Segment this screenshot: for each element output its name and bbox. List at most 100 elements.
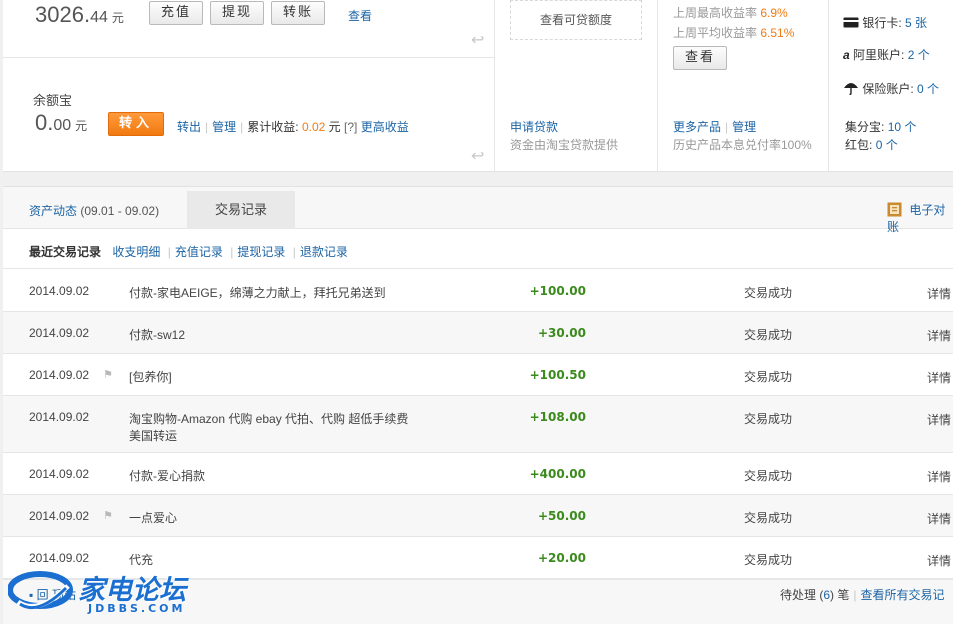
row-detail-link[interactable]: 详情 (927, 510, 951, 527)
row-detail-link[interactable]: 详情 (927, 327, 951, 344)
insurance-accounts[interactable]: 保险账户: 0 个 (843, 80, 939, 97)
filter-income-detail[interactable]: 收支明细 (112, 245, 160, 259)
transfer-button[interactable]: 转账 (271, 1, 325, 25)
row-amount: +108.00 (529, 410, 586, 424)
return-icon[interactable]: ↩ (471, 146, 484, 166)
products-manage-link[interactable]: 管理 (732, 120, 756, 134)
insurance-accounts-count[interactable]: 0 个 (917, 82, 939, 96)
tab-transactions[interactable]: 交易记录 (187, 191, 295, 229)
row-date: 2014.09.02 (29, 326, 90, 340)
row-description: 淘宝购物-Amazon 代购 ebay 代拍、代购 超低手续费 (129, 412, 409, 426)
view-all-transactions-link[interactable]: 查看所有交易记 (861, 588, 945, 602)
row-date: 2014.09.02 (29, 509, 90, 523)
balance-unit: 元 (111, 11, 124, 25)
row-description: 一点爱心 (129, 511, 178, 525)
yuebao-dec: 00 (53, 117, 72, 134)
recharge-button[interactable]: 充值 (149, 1, 203, 25)
cumulative-earnings-unit: 元 (328, 120, 341, 134)
tab-asset-activity-label[interactable]: 资产动态 (29, 204, 77, 218)
row-detail-link[interactable]: 详情 (927, 468, 951, 485)
row-description: 付款-sw12 (129, 328, 186, 342)
bank-cards[interactable]: 银行卡: 5 张 (843, 14, 927, 31)
products-actions: 更多产品 | 管理 (673, 118, 756, 135)
separator: | (725, 120, 729, 134)
filter-withdraw-records[interactable]: 提现记录 (237, 245, 285, 259)
alibaba-accounts[interactable]: a 阿里账户: 2 个 (843, 46, 930, 63)
bank-cards-count[interactable]: 5 张 (905, 16, 927, 30)
row-date: 2014.09.02 (29, 467, 90, 481)
row-detail-link[interactable]: 详情 (927, 285, 951, 302)
separator: | (240, 120, 244, 134)
tab-asset-activity[interactable]: 资产动态 (09.01 - 09.02) (29, 202, 159, 219)
row-detail-link[interactable]: 详情 (927, 369, 951, 386)
flag-icon[interactable]: ⚑ (103, 509, 113, 522)
transactions-section: 资产动态 (09.01 - 09.02) 交易记录 电子对账 最近交易记录 收支… (3, 186, 953, 624)
row-description-line2: 美国转运 (129, 429, 178, 443)
history-payout-rate: 历史产品本息兑付率100% (673, 138, 812, 152)
filter-links: 最近交易记录 收支明细 | 充值记录 | 提现记录 | 退款记录 (29, 243, 348, 260)
divider (828, 0, 829, 172)
account-summary-panel: 3026.44 元 充值 提现 转账 查看 ↩ 余额宝 0.00 元 转入 转出 | 管… (3, 0, 953, 172)
max-yield-label: 上周最高收益率 (673, 6, 758, 20)
flag-icon[interactable]: ⚑ (103, 368, 113, 381)
umbrella-icon (844, 83, 858, 96)
filter-recent[interactable]: 最近交易记录 (29, 245, 101, 259)
filter-refund-records[interactable]: 退款记录 (300, 245, 348, 259)
filter-recharge-records[interactable]: 充值记录 (175, 245, 223, 259)
help-link[interactable]: [?] (344, 120, 357, 134)
max-yield-value: 6.9% (760, 6, 788, 20)
balance-int: 3026. (35, 2, 91, 27)
transfer-in-button[interactable]: 转入 (108, 112, 164, 136)
divider (3, 57, 494, 58)
divider (657, 0, 658, 172)
forum-logo-icon (8, 571, 73, 609)
separator: | (230, 245, 234, 259)
pending-summary: 待处理 (6) 笔 | 查看所有交易记 (780, 586, 945, 603)
row-description: 付款-家电AEIGE，绵薄之力献上，拜托兄弟送到 (129, 286, 386, 300)
table-row[interactable]: 2014.09.02 付款-爱心捐款 +400.00 交易成功 详情 (3, 453, 953, 495)
jifenbao-count[interactable]: 10 个 (888, 120, 917, 134)
row-status: 交易成功 (744, 553, 793, 567)
loan-description: 资金由淘宝贷款提供 (510, 138, 619, 152)
row-status: 交易成功 (744, 286, 793, 300)
table-row[interactable]: 2014.09.02 付款-sw12 +30.00 交易成功 详情 (3, 312, 953, 354)
red-packets: 红包: 0 个 (845, 136, 898, 153)
bank-cards-label: 银行卡: (862, 16, 902, 30)
yuebao-amount: 0.00 元 (35, 110, 87, 136)
table-row[interactable]: 2014.09.02 淘宝购物-Amazon 代购 ebay 代拍、代购 超低手… (3, 396, 953, 453)
tab-asset-activity-range: (09.01 - 09.02) (80, 204, 160, 218)
divider (494, 0, 495, 172)
table-row[interactable]: 2014.09.02 ⚑ [包养你] +100.50 交易成功 详情 (3, 354, 953, 396)
yuebao-manage-link[interactable]: 管理 (212, 120, 236, 134)
row-description: [包养你] (129, 370, 172, 384)
row-detail-link[interactable]: 详情 (927, 552, 951, 569)
row-amount: +100.50 (529, 368, 586, 382)
red-packets-count[interactable]: 0 个 (876, 138, 898, 152)
view-balance-link[interactable]: 查看 (348, 7, 372, 24)
insurance-accounts-label: 保险账户: (862, 82, 914, 96)
row-detail-link[interactable]: 详情 (927, 411, 951, 428)
return-icon[interactable]: ↩ (471, 30, 484, 50)
higher-earnings-link[interactable]: 更高收益 (361, 120, 409, 134)
row-status: 交易成功 (744, 412, 793, 426)
row-description: 付款-爱心捐款 (129, 469, 205, 483)
transfer-out-link[interactable]: 转出 (177, 120, 201, 134)
avg-yield-label: 上周平均收益率 (673, 26, 758, 40)
red-packets-label: 红包: (845, 138, 873, 152)
table-row[interactable]: 2014.09.02 ⚑ 一点爱心 +50.00 交易成功 详情 (3, 495, 953, 537)
row-status: 交易成功 (744, 469, 793, 483)
separator: | (167, 245, 171, 259)
separator: | (292, 245, 296, 259)
more-products-link[interactable]: 更多产品 (673, 120, 721, 134)
view-credit-button[interactable]: 查看可贷额度 (510, 0, 642, 40)
view-products-button[interactable]: 查看 (673, 46, 727, 70)
table-row[interactable]: 2014.09.02 付款-家电AEIGE，绵薄之力献上，拜托兄弟送到 +100… (3, 270, 953, 312)
apply-loan-link[interactable]: 申请贷款 (510, 118, 558, 135)
row-date: 2014.09.02 (29, 284, 90, 298)
jifenbao: 集分宝: 10 个 (845, 118, 916, 135)
withdraw-button[interactable]: 提现 (210, 1, 264, 25)
row-status: 交易成功 (744, 511, 793, 525)
tab-bar: 资产动态 (09.01 - 09.02) 交易记录 电子对账 (3, 187, 953, 234)
alibaba-accounts-count[interactable]: 2 个 (908, 48, 930, 62)
bank-card-icon (843, 17, 859, 28)
